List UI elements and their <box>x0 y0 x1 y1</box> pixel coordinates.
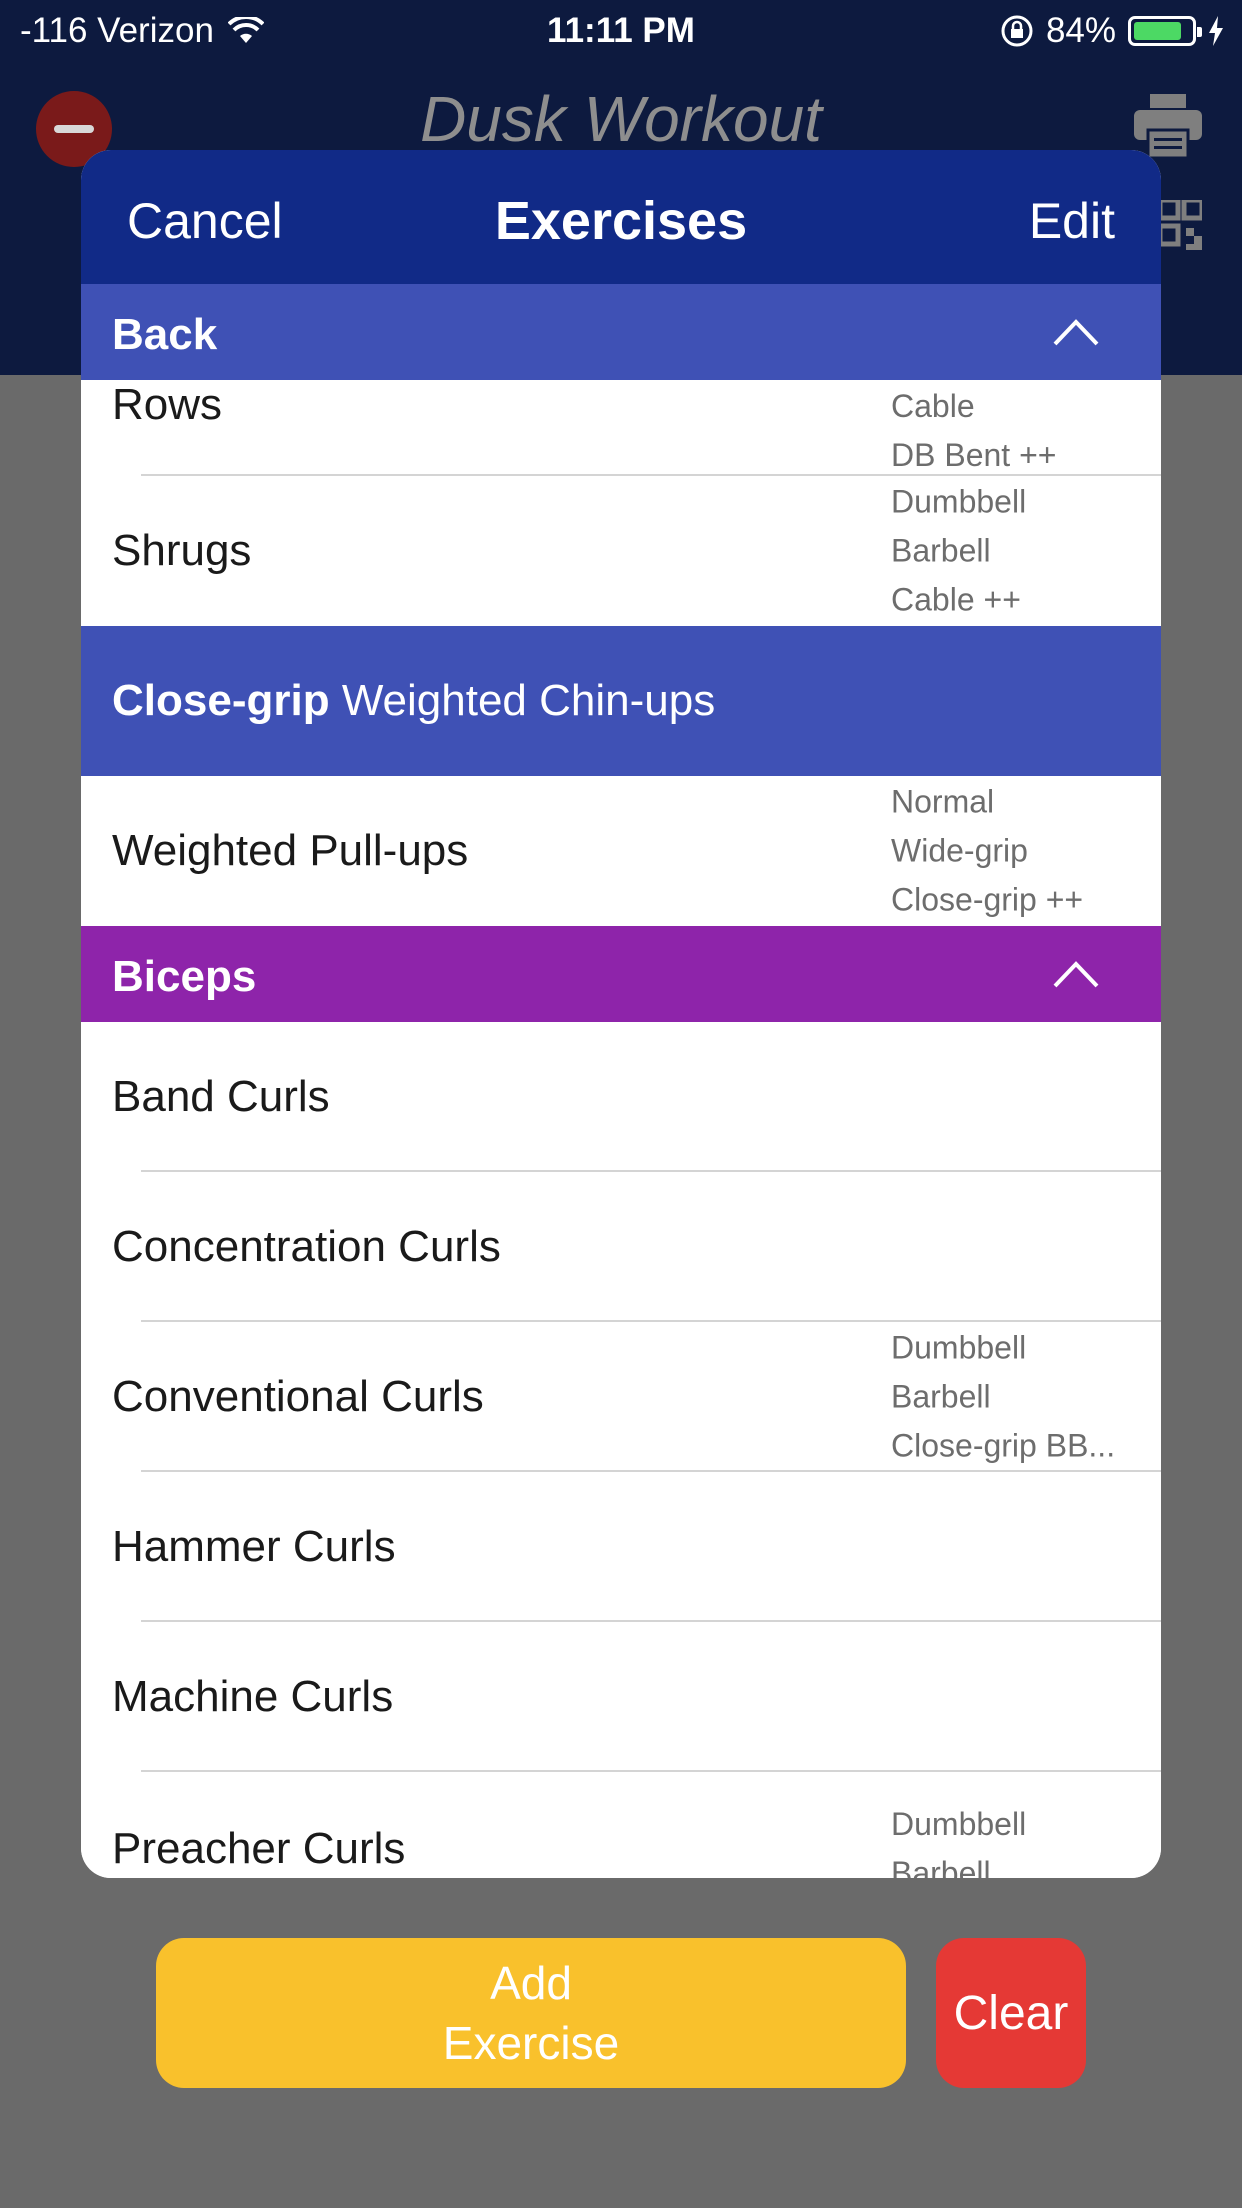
variant-label: Cable ++ <box>891 581 1021 618</box>
status-bar: -116 Verizon 11:11 PM 84% <box>0 0 1242 62</box>
edit-button[interactable]: Edit <box>1029 192 1115 250</box>
exercise-name: Shrugs <box>112 526 252 575</box>
section-label: Biceps <box>112 952 257 1001</box>
add-exercise-button[interactable]: Add Exercise <box>156 1938 906 2088</box>
list-item-machine-curls[interactable]: Machine Curls <box>81 1622 1161 1772</box>
exercise-name: Concentration Curls <box>112 1222 501 1271</box>
variant-label: Close-grip BB... <box>891 1427 1116 1464</box>
section-header-back[interactable]: Back <box>81 284 1161 380</box>
variant-label: Cable <box>891 388 975 424</box>
variant-label: Barbell <box>891 1855 991 1878</box>
list-item-weighted-chin-ups-selected[interactable]: Close-grip Weighted Chin-ups <box>81 626 1161 776</box>
battery-percent: 84% <box>1045 11 1116 50</box>
variant-label: Barbell <box>891 1378 991 1415</box>
exercise-variants: Dumbbell Barbell <box>891 1800 1026 1878</box>
exercise-name: Conventional Curls <box>112 1372 484 1421</box>
exercise-name: Preacher Curls <box>112 1824 406 1873</box>
exercise-variants: Dumbbell Barbell Close-grip BB... <box>891 1324 1115 1471</box>
variant-label: Normal <box>891 783 995 820</box>
exercise-list[interactable]: Back Rows Cable DB Bent ++ Shrugs Dumbbe… <box>81 284 1161 1878</box>
exercise-name: Band Curls <box>112 1072 330 1121</box>
chevron-up-icon[interactable] <box>1051 312 1101 352</box>
modal-header: Cancel Exercises Edit <box>81 150 1161 284</box>
variant-label: Dumbbell <box>891 1806 1027 1842</box>
lock-rotation-icon <box>1001 15 1033 47</box>
printer-icon[interactable] <box>1134 94 1202 158</box>
list-item-rows[interactable]: Rows Cable DB Bent ++ <box>81 380 1161 476</box>
list-item-concentration-curls[interactable]: Concentration Curls <box>81 1172 1161 1322</box>
exercise-name: Machine Curls <box>112 1672 394 1721</box>
exercise-variants: Normal Wide-grip Close-grip ++ <box>891 778 1083 925</box>
exercises-modal: Cancel Exercises Edit Back Rows Cable DB… <box>81 150 1161 1878</box>
exercise-name: Close-grip Weighted Chin-ups <box>112 676 715 726</box>
battery-fill <box>1134 22 1182 40</box>
list-item-preacher-curls[interactable]: Preacher Curls Dumbbell Barbell <box>81 1772 1161 1878</box>
exercise-variants: Dumbbell Barbell Cable ++ <box>891 478 1026 625</box>
exercise-name: Hammer Curls <box>112 1522 396 1571</box>
exercise-name-text: Weighted Chin-ups <box>341 676 716 725</box>
list-item-weighted-pull-ups[interactable]: Weighted Pull-ups Normal Wide-grip Close… <box>81 776 1161 926</box>
variant-label: Dumbbell <box>891 483 1027 520</box>
list-item-shrugs[interactable]: Shrugs Dumbbell Barbell Cable ++ <box>81 476 1161 626</box>
list-item-conventional-curls[interactable]: Conventional Curls Dumbbell Barbell Clos… <box>81 1322 1161 1472</box>
variant-label: DB Bent ++ <box>891 437 1057 473</box>
variant-label: Wide-grip <box>891 832 1028 869</box>
charging-icon <box>1209 16 1223 46</box>
section-label: Back <box>112 310 218 359</box>
variant-prefix: Close-grip <box>112 676 330 725</box>
variant-label: Dumbbell <box>891 1329 1027 1366</box>
battery-icon <box>1128 16 1202 46</box>
variant-label: Barbell <box>891 532 991 569</box>
list-item-band-curls[interactable]: Band Curls <box>81 1022 1161 1172</box>
exercise-variants: Cable DB Bent ++ <box>891 382 1056 480</box>
chevron-up-icon[interactable] <box>1051 954 1101 994</box>
modal-title: Exercises <box>494 191 748 251</box>
app-title: Dusk Workout <box>420 83 822 155</box>
qr-code-icon[interactable] <box>1160 200 1202 262</box>
list-item-hammer-curls[interactable]: Hammer Curls <box>81 1472 1161 1622</box>
exercise-name: Weighted Pull-ups <box>112 826 469 875</box>
section-header-biceps[interactable]: Biceps <box>81 926 1161 1022</box>
exercise-name: Rows <box>112 380 223 429</box>
variant-label: Close-grip ++ <box>891 881 1084 918</box>
clear-button[interactable]: Clear <box>936 1938 1086 2088</box>
